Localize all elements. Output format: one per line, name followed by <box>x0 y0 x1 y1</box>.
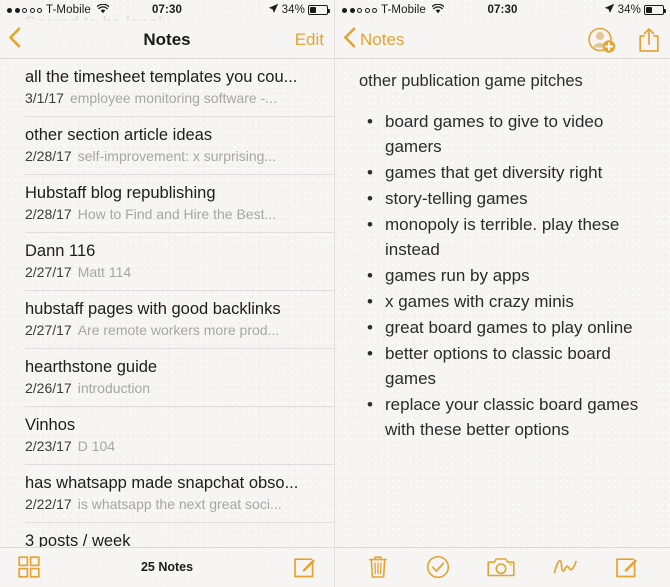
status-bar-right: 34% <box>604 3 666 17</box>
note-title: other section article ideas <box>25 126 213 144</box>
status-bar: T-Mobile 07:30 34% <box>0 0 334 20</box>
notes-app-screen: T-Mobile 07:30 34% Notes Edit all the ti… <box>0 0 670 587</box>
note-snippet: employee monitoring software -... <box>69 90 277 106</box>
note-list-item[interactable]: other section article ideas 2/28/17 self-… <box>0 117 334 175</box>
add-person-icon[interactable] <box>588 26 616 54</box>
grid-view-icon[interactable] <box>18 556 40 578</box>
note-meta: 2/28/17 self-improvement: x surprising... <box>25 147 322 166</box>
note-meta: 3/1/17 employee monitoring software -... <box>25 89 322 108</box>
back-button[interactable] <box>8 27 21 53</box>
camera-icon[interactable] <box>487 556 515 578</box>
note-heading: other publication game pitches <box>359 72 583 90</box>
notes-list-toolbar: 25 Notes <box>0 547 334 587</box>
note-bullet: monopoly is terrible. play these instead <box>359 212 656 262</box>
back-button-label: Notes <box>360 29 405 49</box>
wifi-icon <box>96 3 110 17</box>
note-date: 2/26/17 <box>25 380 72 396</box>
edit-button[interactable]: Edit <box>295 30 324 50</box>
note-title: Dann 116 <box>25 242 96 260</box>
note-list-item[interactable]: 3 posts / week 2/13/17message dave about… <box>0 523 334 547</box>
chevron-left-icon <box>343 27 356 53</box>
note-snippet: introduction <box>77 380 151 396</box>
note-bullet: games run by apps <box>359 263 656 288</box>
note-meta: 2/28/17 How to Find and Hire the Best... <box>25 205 322 224</box>
note-title: hubstaff pages with good backlinks <box>25 300 281 318</box>
note-list-item[interactable]: Vinhos 2/23/17 D 104 <box>0 407 334 465</box>
share-icon[interactable] <box>638 27 660 53</box>
status-bar-right: 34% <box>268 3 330 17</box>
scribble-icon[interactable] <box>552 556 578 578</box>
note-detail-navbar: Notes <box>335 20 670 59</box>
note-bullet: board games to give to video gamers <box>359 109 656 159</box>
notes-list[interactable]: all the timesheet templates you cou... 3… <box>0 59 334 547</box>
note-title: all the timesheet templates you cou... <box>25 68 298 86</box>
notes-count-label: 25 Notes <box>140 560 194 574</box>
note-meta: 2/23/17 D 104 <box>25 437 322 456</box>
signal-strength-dots <box>7 7 42 13</box>
note-snippet: D 104 <box>77 438 116 454</box>
note-meta: 2/27/17 Are remote workers more prod... <box>25 321 322 340</box>
note-meta: 2/22/17 is whatsapp the next great soci..… <box>25 495 322 514</box>
signal-strength-dots <box>342 7 377 13</box>
note-bullet: x games with crazy minis <box>359 289 656 314</box>
note-title: has whatsapp made snapchat obso... <box>25 474 299 492</box>
battery-percent-label: 34% <box>281 4 305 16</box>
location-arrow-icon <box>268 3 279 17</box>
note-bullet-list: board games to give to video gamers game… <box>359 109 656 442</box>
note-title: 3 posts / week <box>25 532 131 547</box>
note-date: 2/28/17 <box>25 206 72 222</box>
battery-icon <box>644 5 666 15</box>
note-bullet: replace your classic board games with th… <box>359 392 656 442</box>
note-snippet: self-improvement: x surprising... <box>77 148 277 164</box>
note-list-item[interactable]: Hubstaff blog republishing 2/28/17 How to… <box>0 175 334 233</box>
compose-icon[interactable] <box>615 556 638 579</box>
note-detail-nav-actions <box>588 26 660 54</box>
note-list-item[interactable]: all the timesheet templates you cou... 3… <box>0 59 334 117</box>
note-meta: 2/26/17 introduction <box>25 379 322 398</box>
note-bullet: games that get diversity right <box>359 160 656 185</box>
note-date: 2/23/17 <box>25 438 72 454</box>
note-title: Vinhos <box>25 416 76 434</box>
note-date: 2/27/17 <box>25 264 72 280</box>
compose-icon[interactable] <box>293 556 316 579</box>
note-snippet: is whatsapp the next great soci... <box>77 496 282 512</box>
note-detail-pane: T-Mobile 07:30 34% Notes other publicati… <box>335 0 670 587</box>
note-snippet: Are remote workers more prod... <box>77 322 280 338</box>
note-list-item[interactable]: has whatsapp made snapchat obso... 2/22/… <box>0 465 334 523</box>
notes-list-pane: T-Mobile 07:30 34% Notes Edit all the ti… <box>0 0 335 587</box>
note-content[interactable]: other publication game pitches board gam… <box>335 59 670 547</box>
note-bullet: great board games to play online <box>359 315 656 340</box>
checkmark-circle-icon[interactable] <box>426 555 450 579</box>
note-date: 2/22/17 <box>25 496 72 512</box>
carrier-label: T-Mobile <box>381 4 426 16</box>
status-bar-left: T-Mobile <box>7 3 110 17</box>
notes-list-navbar: Notes Edit <box>0 20 334 59</box>
note-list-item[interactable]: Dann 116 2/27/17 Matt 114 <box>0 233 334 291</box>
note-bullet: better options to classic board games <box>359 341 656 391</box>
battery-icon <box>308 5 330 15</box>
chevron-left-icon <box>8 27 21 53</box>
note-snippet: Matt 114 <box>77 264 132 280</box>
note-detail-toolbar <box>335 547 670 587</box>
note-snippet: How to Find and Hire the Best... <box>77 206 277 222</box>
note-title: hearthstone guide <box>25 358 158 376</box>
note-meta: 2/27/17 Matt 114 <box>25 263 322 282</box>
note-title: Hubstaff blog republishing <box>25 184 216 202</box>
note-date: 3/1/17 <box>25 90 64 106</box>
back-to-notes-button[interactable]: Notes <box>343 27 404 53</box>
note-list-item[interactable]: hubstaff pages with good backlinks 2/27/… <box>0 291 334 349</box>
status-bar-left: T-Mobile <box>342 3 445 17</box>
battery-percent-label: 34% <box>617 4 641 16</box>
trash-icon[interactable] <box>367 555 389 579</box>
status-bar: T-Mobile 07:30 34% <box>335 0 670 20</box>
page-title: Notes <box>143 29 191 49</box>
location-arrow-icon <box>604 3 615 17</box>
note-date: 2/27/17 <box>25 322 72 338</box>
note-date: 2/28/17 <box>25 148 72 164</box>
carrier-label: T-Mobile <box>46 4 91 16</box>
note-list-item[interactable]: hearthstone guide 2/26/17 introduction <box>0 349 334 407</box>
wifi-icon <box>431 3 445 17</box>
note-bullet: story-telling games <box>359 186 656 211</box>
